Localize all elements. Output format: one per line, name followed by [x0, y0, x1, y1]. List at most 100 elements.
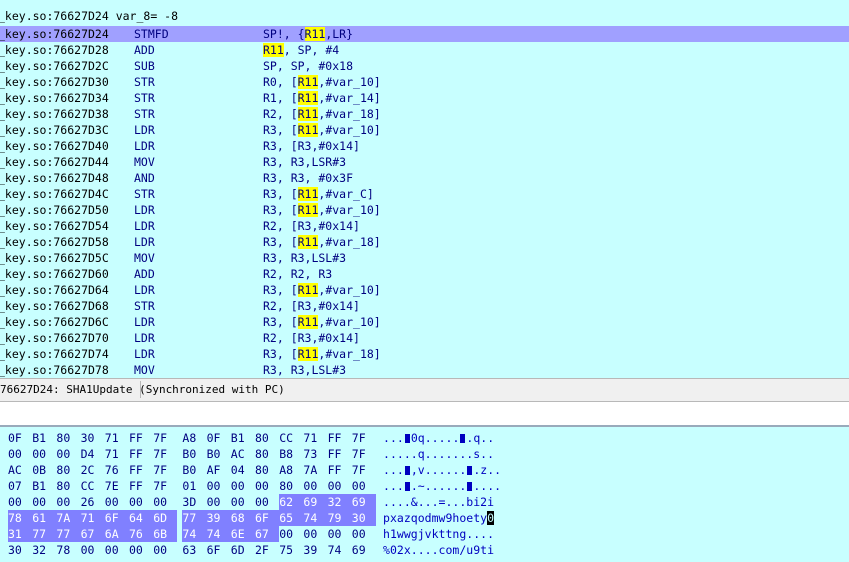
hex-byte[interactable]: FF [129, 430, 148, 446]
hex-byte[interactable]: 00 [328, 526, 347, 542]
hex-byte[interactable]: FF [129, 462, 148, 478]
disasm-line[interactable]: _key.so:76627D74 LDR R3, [R11,#var_18] [0, 346, 849, 362]
hex-byte[interactable]: 63 [182, 542, 201, 558]
hex-byte[interactable]: 00 [279, 526, 298, 542]
hex-byte[interactable]: 00 [8, 494, 27, 510]
hex-byte[interactable]: FF [328, 462, 347, 478]
hex-byte[interactable]: 32 [32, 542, 51, 558]
hex-byte[interactable]: B0 [182, 446, 201, 462]
ascii-column[interactable]: %02x....com/u9ti [383, 542, 494, 558]
disasm-line[interactable]: _key.so:76627D58 LDR R3, [R11,#var_18] [0, 234, 849, 250]
hex-byte[interactable]: 7F [153, 478, 172, 494]
hex-byte[interactable]: 7F [352, 462, 371, 478]
ascii-column[interactable]: ... ,v...... .z.. [383, 462, 501, 478]
hex-byte[interactable]: 00 [32, 446, 51, 462]
hex-byte[interactable]: 6F [207, 542, 226, 558]
ascii-column[interactable]: ... 0q..... .q.. [383, 430, 494, 446]
hex-byte[interactable]: 69 [303, 494, 328, 510]
hex-byte[interactable]: FF [129, 478, 148, 494]
hex-byte[interactable]: 00 [56, 494, 75, 510]
hex-byte[interactable]: 74 [206, 526, 231, 542]
disasm-line[interactable]: _key.so:76627D78 MOV R3, R3,LSL#3 [0, 362, 849, 378]
hex-byte[interactable]: A8 [279, 462, 298, 478]
highlighted-register[interactable]: R11 [297, 123, 319, 137]
hex-line[interactable]: 00 00 00 26 00 00 00 3D 00 00 00 62 69 32 69 ....&...=.… [0, 494, 849, 510]
hex-byte[interactable]: A8 [182, 430, 201, 446]
hex-byte[interactable]: 7F [153, 430, 172, 446]
hex-byte[interactable]: 31 [8, 526, 33, 542]
hex-byte[interactable]: 6F [104, 510, 129, 526]
hex-byte[interactable]: 80 [56, 462, 75, 478]
hex-byte[interactable]: 77 [32, 526, 57, 542]
hex-byte[interactable]: B1 [32, 430, 51, 446]
hex-line[interactable]: 00 00 00 D4 71 FF 7F B0 B0 AC 80 B8 73 FF 7F .....q....… [0, 446, 849, 462]
hex-byte[interactable]: 68 [230, 510, 255, 526]
hex-byte[interactable]: 3D [182, 494, 201, 510]
hex-byte[interactable]: 6D [153, 510, 178, 526]
hex-byte[interactable]: CC [279, 430, 298, 446]
hex-byte[interactable]: 78 [56, 542, 75, 558]
hex-byte[interactable]: 79 [327, 510, 352, 526]
hex-byte[interactable]: 30 [81, 430, 100, 446]
highlighted-register[interactable]: R11 [297, 75, 319, 89]
disasm-line[interactable]: _key.so:76627D30 STR R0, [R11,#var_10] [0, 74, 849, 90]
hex-byte[interactable]: FF [328, 446, 347, 462]
hex-byte[interactable]: 75 [279, 542, 298, 558]
hex-byte[interactable]: 80 [255, 430, 274, 446]
highlighted-register[interactable]: R11 [304, 27, 326, 41]
hex-byte[interactable]: 80 [279, 478, 298, 494]
highlighted-register[interactable]: R11 [297, 91, 319, 105]
hex-byte[interactable]: 00 [56, 446, 75, 462]
hex-byte[interactable]: 6D [231, 542, 250, 558]
hex-byte[interactable]: 74 [303, 510, 328, 526]
ascii-column[interactable]: h1wwgjvkttng.... [383, 526, 494, 542]
hex-byte[interactable]: 6E [230, 526, 255, 542]
hex-byte[interactable]: 7F [352, 446, 371, 462]
hex-byte[interactable]: 00 [81, 542, 100, 558]
disasm-line[interactable]: _key.so:76627D24 STMFD SP!, {R11,LR} [0, 26, 849, 42]
hex-byte[interactable]: FF [328, 430, 347, 446]
hex-byte[interactable]: 00 [328, 478, 347, 494]
disasm-line[interactable]: _key.so:76627D60 ADD R2, R2, R3 [0, 266, 849, 282]
hex-byte[interactable]: 00 [129, 494, 148, 510]
hex-byte[interactable]: AC [231, 446, 250, 462]
hex-byte[interactable]: AC [8, 462, 27, 478]
hex-byte[interactable]: 00 [352, 478, 371, 494]
disasm-line[interactable]: _key.so:76627D5C MOV R3, R3,LSL#3 [0, 250, 849, 266]
ascii-column[interactable]: .....q.......s.. [383, 446, 494, 462]
hex-byte[interactable]: 74 [182, 526, 207, 542]
hex-byte[interactable]: B1 [32, 478, 51, 494]
highlighted-register[interactable]: R11 [297, 315, 319, 329]
hex-byte[interactable]: AF [207, 462, 226, 478]
hex-byte[interactable]: 65 [279, 510, 304, 526]
hex-byte[interactable]: 00 [153, 494, 172, 510]
hex-byte[interactable]: 73 [303, 446, 322, 462]
hex-byte[interactable]: 76 [105, 462, 124, 478]
hex-byte[interactable]: 77 [56, 526, 81, 542]
hex-line[interactable]: 07 B1 80 CC 7E FF 7F 01 00 00 00 80 00 00 00 ... .~.....… [0, 478, 849, 494]
disasm-line[interactable]: _key.so:76627D68 STR R2, [R3,#0x14] [0, 298, 849, 314]
hex-byte[interactable]: 01 [182, 478, 201, 494]
hex-byte[interactable]: 00 [129, 542, 148, 558]
hex-byte[interactable]: 80 [56, 478, 75, 494]
hex-byte[interactable]: 7F [352, 430, 371, 446]
disasm-line[interactable]: _key.so:76627D54 LDR R2, [R3,#0x14] [0, 218, 849, 234]
hex-byte[interactable]: 67 [80, 526, 105, 542]
hex-byte[interactable]: 6F [255, 510, 280, 526]
hex-byte[interactable]: 7A [56, 510, 81, 526]
hex-byte[interactable]: 7E [105, 478, 124, 494]
hex-byte[interactable]: 30 [8, 542, 27, 558]
ascii-column[interactable]: ... .~.......... [383, 478, 501, 494]
hex-byte[interactable]: 61 [32, 510, 57, 526]
hex-byte[interactable]: 2F [255, 542, 274, 558]
hex-byte[interactable]: 00 [8, 446, 27, 462]
disasm-line[interactable]: _key.so:76627D3C LDR R3, [R11,#var_10] [0, 122, 849, 138]
hex-byte[interactable]: 32 [327, 494, 352, 510]
hex-line[interactable]: 0F B1 80 30 71 FF 7F A8 0F B1 80 CC 71 FF 7F ... 0q.....… [0, 430, 849, 446]
hex-byte[interactable]: 00 [255, 494, 274, 510]
hex-byte[interactable]: 7A [303, 462, 322, 478]
hex-byte[interactable]: 80 [255, 446, 274, 462]
disasm-line[interactable]: _key.so:76627D34 STR R1, [R11,#var_14] [0, 90, 849, 106]
highlighted-register[interactable]: R11 [263, 43, 284, 57]
hex-byte[interactable]: 7F [153, 462, 172, 478]
